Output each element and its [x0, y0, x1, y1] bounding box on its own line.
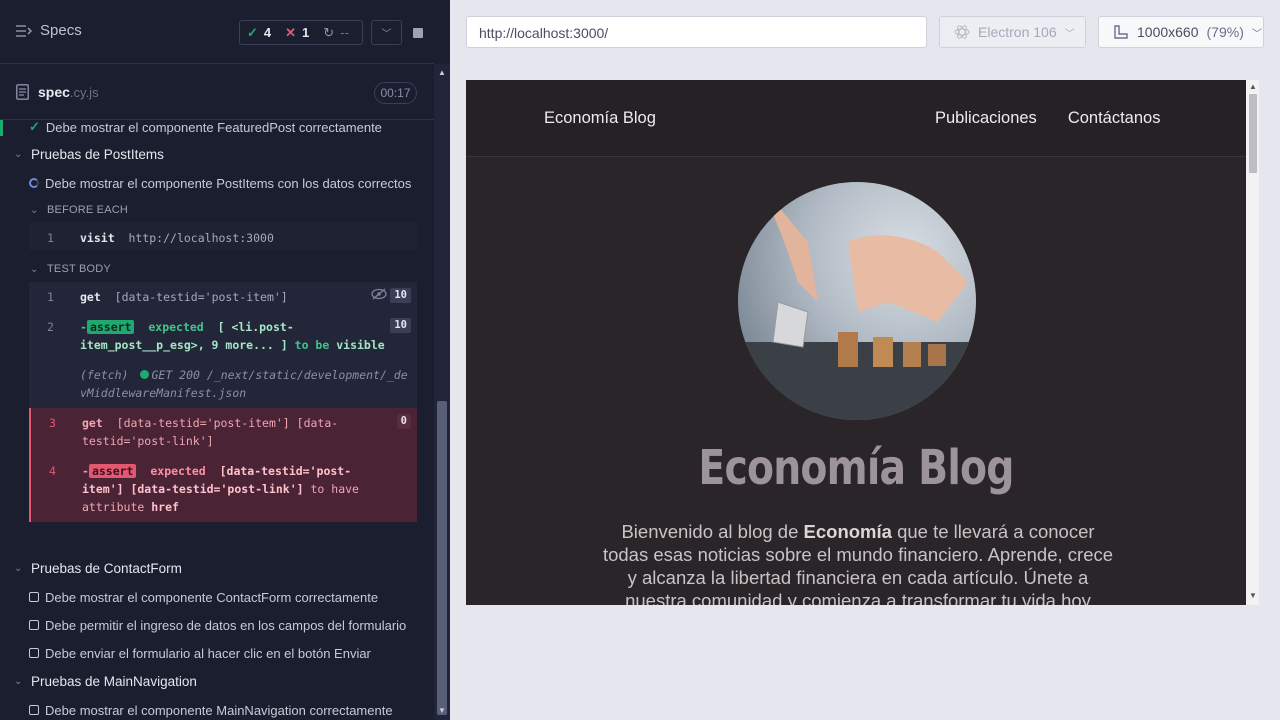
hero-description: Bienvenido al blog de Economía que te ll… — [602, 521, 1114, 605]
chevron-down-icon: ⌄ — [14, 675, 23, 687]
stop-icon — [412, 27, 423, 38]
command-get-failed[interactable]: 3 get [data-testid='post-item'] [data-te… — [29, 408, 417, 456]
test-stats: ✓ 4 ✕ 1 ↻ -- — [239, 20, 363, 45]
status-dot-icon — [140, 370, 150, 379]
electron-icon — [954, 25, 970, 39]
element-count-badge: 0 — [396, 414, 411, 429]
viewport-selector[interactable]: 1000x660 (79%) ﹀ — [1098, 16, 1264, 48]
element-count-badge: 10 — [390, 318, 411, 333]
specs-title: Specs — [40, 22, 82, 39]
url-bar[interactable]: http://localhost:3000/ — [466, 16, 927, 48]
passed-stat: ✓ 4 — [247, 24, 272, 41]
command-assert-visible[interactable]: 2 - assert expected [ <li.post-item_post_… — [29, 312, 417, 360]
file-icon — [16, 84, 29, 100]
before-each-toggle[interactable]: ⌄ BEFORE EACH — [30, 198, 128, 222]
site-navigation: Economía Blog Publicaciones Contáctanos — [466, 80, 1246, 157]
pending-icon — [29, 592, 39, 602]
element-count-badge: 10 — [390, 288, 411, 303]
scroll-down-icon[interactable]: ▼ — [1249, 591, 1257, 600]
test-body-commands: 1 get [data-testid='post-item'] 10 2 - as… — [29, 282, 417, 522]
chevron-down-icon: ⌄ — [14, 148, 23, 160]
test-contactform-3[interactable]: Debe enviar el formulario al hacer clic … — [29, 641, 371, 665]
x-icon: ✕ — [285, 24, 297, 40]
chevron-down-icon: ⌄ — [14, 562, 23, 574]
chevron-down-icon: ⌄ — [30, 204, 39, 216]
nav-link-publicaciones[interactable]: Publicaciones — [935, 109, 1037, 128]
test-postitems[interactable]: Debe mostrar el componente PostItems con… — [29, 171, 411, 195]
check-icon: ✓ — [247, 24, 258, 40]
site-brand[interactable]: Economía Blog — [544, 109, 656, 128]
test-featuredpost[interactable]: ✓ Debe mostrar el componente FeaturedPos… — [0, 120, 432, 139]
test-contactform-1[interactable]: Debe mostrar el componente ContactForm c… — [29, 585, 378, 609]
app-under-test: Economía Blog Publicaciones Contáctanos … — [466, 80, 1246, 605]
reporter-panel: Specs ✓ 4 ✕ 1 ↻ -- ﹀ spec.cy.js 00:17 ✓ Deb… — [0, 0, 450, 720]
hero-title: Economía Blog — [698, 440, 1014, 496]
chevron-down-icon: ﹀ — [381, 29, 392, 40]
command-fetch[interactable]: (fetch) GET 200 /_next/static/development… — [29, 360, 417, 408]
test-body-toggle[interactable]: ⌄ TEST BODY — [30, 257, 111, 281]
scroll-down-icon[interactable]: ▼ — [438, 706, 446, 715]
chevron-down-icon: ⌄ — [30, 263, 39, 275]
reporter-scrollbar[interactable]: ▲ ▼ — [434, 64, 450, 720]
specs-toggle[interactable]: Specs — [16, 22, 82, 39]
test-contactform-2[interactable]: Debe permitir el ingreso de datos en los… — [29, 613, 406, 637]
ruler-icon — [1114, 25, 1128, 39]
spec-file[interactable]: spec.cy.js — [16, 84, 99, 100]
command-log: ✓ Debe mostrar el componente FeaturedPos… — [0, 120, 432, 720]
pending-stat: ↻ -- — [323, 24, 349, 41]
suite-mainnavigation[interactable]: ⌄ Pruebas de MainNavigation — [14, 669, 197, 693]
reporter-header: Specs ✓ 4 ✕ 1 ↻ -- ﹀ — [0, 0, 434, 64]
check-icon: ✓ — [29, 120, 40, 134]
scroll-up-icon[interactable]: ▲ — [438, 68, 446, 77]
command-visit[interactable]: 1 visit http://localhost:3000 — [29, 223, 417, 253]
spec-header: spec.cy.js 00:17 — [0, 64, 434, 120]
collapse-button[interactable]: ﹀ — [371, 20, 402, 45]
scrollbar-thumb[interactable] — [437, 401, 447, 715]
spinner-icon: ↻ — [323, 24, 335, 40]
scroll-up-icon[interactable]: ▲ — [1249, 82, 1257, 91]
stop-button[interactable] — [402, 20, 433, 45]
before-each-commands: 1 visit http://localhost:3000 — [29, 223, 417, 250]
browser-selector[interactable]: Electron 106 ﹀ — [939, 16, 1086, 48]
pending-icon — [29, 620, 39, 630]
hero-image — [738, 182, 976, 420]
pending-icon — [29, 648, 39, 658]
pass-indicator — [0, 120, 3, 136]
spec-duration: 00:17 — [374, 82, 417, 104]
pending-icon — [29, 705, 39, 715]
scrollbar-thumb[interactable] — [1249, 94, 1257, 173]
chevron-down-icon: ﹀ — [1251, 28, 1262, 40]
app-scrollbar[interactable]: ▲ ▼ — [1246, 80, 1259, 605]
suite-contactform[interactable]: ⌄ Pruebas de ContactForm — [14, 556, 182, 580]
test-mainnavigation[interactable]: Debe mostrar el componente MainNavigatio… — [29, 698, 393, 720]
suite-postitems[interactable]: ⌄ Pruebas de PostItems — [14, 142, 164, 166]
running-icon — [29, 178, 39, 188]
failed-stat: ✕ 1 — [285, 24, 310, 41]
command-get[interactable]: 1 get [data-testid='post-item'] 10 — [29, 282, 417, 312]
command-assert-failed[interactable]: 4 - assert expected [data-testid='post-it… — [29, 456, 417, 522]
eye-slash-icon — [371, 287, 387, 305]
menu-icon — [16, 24, 32, 37]
nav-link-contactanos[interactable]: Contáctanos — [1068, 109, 1161, 128]
chevron-down-icon: ﹀ — [1064, 28, 1075, 40]
